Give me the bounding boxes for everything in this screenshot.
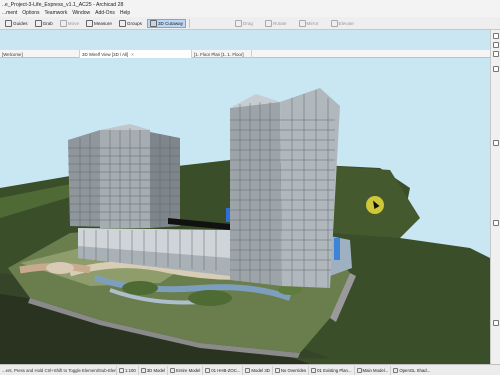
standard-toolbar: Guides Grab Move Measure Groups 3D Cutaw… [0,17,500,30]
status-model-view[interactable]: Model 3D [242,365,271,375]
groups-button[interactable]: Groups [117,19,144,28]
tab-welcome[interactable]: [Welcome] [0,50,80,58]
3d-viewport[interactable] [0,58,490,364]
layers-icon [140,367,146,373]
guides-icon [5,19,12,27]
properties-icon[interactable] [493,42,499,48]
menu-window[interactable]: Window [72,10,90,16]
elevate-icon [330,19,338,27]
opengl-icon [393,367,399,373]
selection-marker [226,208,230,222]
layers-panel-icon[interactable] [493,140,499,146]
status-graphic-overrides[interactable]: No Overrides [271,365,308,375]
measure-button[interactable]: Measure [84,19,114,28]
menu-add-ons[interactable]: Add-Ons [95,10,115,16]
info-icon[interactable] [493,51,499,57]
right-side-panel [490,30,500,364]
move-button[interactable]: Move [58,19,81,28]
navigator-icon[interactable] [493,33,499,39]
status-3d-style[interactable]: Main Model... [353,365,391,375]
status-hint: ...ent, Press and Hold Ctrl+Shift to Tog… [2,367,116,373]
rotate-icon [264,19,272,27]
elevate-button[interactable]: Elevate [329,19,356,28]
pen-icon [170,367,176,373]
status-bar: ...ent, Press and Hold Ctrl+Shift to Tog… [0,364,500,375]
menu-options[interactable]: Options [22,10,39,16]
measure-icon [86,19,94,27]
settings-icon[interactable] [493,320,499,326]
graphic-override-icon [274,367,280,373]
renovation-icon [311,367,317,373]
window-title: ..e_Project-3-Life_Express_v1.1_AC25 - A… [2,1,124,8]
tab-3d-view[interactable]: 3D Wirelf View [3D / All] × [80,50,192,58]
status-layer-combination[interactable]: 3D Model [137,365,167,375]
cutaway-icon [149,19,157,27]
status-render-engine[interactable]: OpenGL Shad... [390,365,432,375]
move-icon [59,19,67,27]
tab-floor-plan[interactable]: [1. Floor Plan [1. 1. Floor] [192,50,252,58]
toolbar-divider [189,18,190,28]
drag-button[interactable]: Drag [233,19,255,28]
mirror-icon [298,19,306,27]
menu-help[interactable]: Help [120,10,130,16]
pen-set-icon [205,367,211,373]
guides-button[interactable]: Guides [3,19,30,28]
right-tower [230,102,282,286]
menu-bar: ...ment Options Teamwork Window Add-Ons … [0,9,500,17]
mirror-button[interactable]: Mirror [297,19,321,28]
menu-teamwork[interactable]: Teamwork [45,10,68,16]
rotate-button[interactable]: Rotate [263,19,289,28]
edit-toolbar: Drag Rotate Mirror Elevate [233,19,356,28]
status-pen-set[interactable]: 01 HHB-ZOC... [202,365,242,375]
drag-icon [235,19,242,27]
organizer-icon[interactable] [493,66,499,72]
menu-element[interactable]: ...ment [2,10,17,16]
view-tab-bar: [Welcome] 3D Wirelf View [3D / All] × [1.… [0,50,490,58]
grab-icon [34,19,42,27]
status-renovation-filter[interactable]: 01 Existing Plan... [308,365,353,375]
status-undo-scale[interactable]: 1:100 [116,365,138,375]
title-bar: ..e_Project-3-Life_Express_v1.1_AC25 - A… [0,0,500,9]
model-view-icon [245,367,251,373]
cutaway-button[interactable]: 3D Cutaway [146,18,186,28]
undo-icon [119,367,124,373]
3d-model-render [0,58,490,364]
groups-icon [118,19,126,27]
camera-icon [356,367,362,373]
help-icon[interactable] [493,220,499,226]
close-icon[interactable]: × [131,52,134,57]
grab-button[interactable]: Grab [33,19,55,28]
status-structure-display[interactable]: Entire Model [167,365,202,375]
